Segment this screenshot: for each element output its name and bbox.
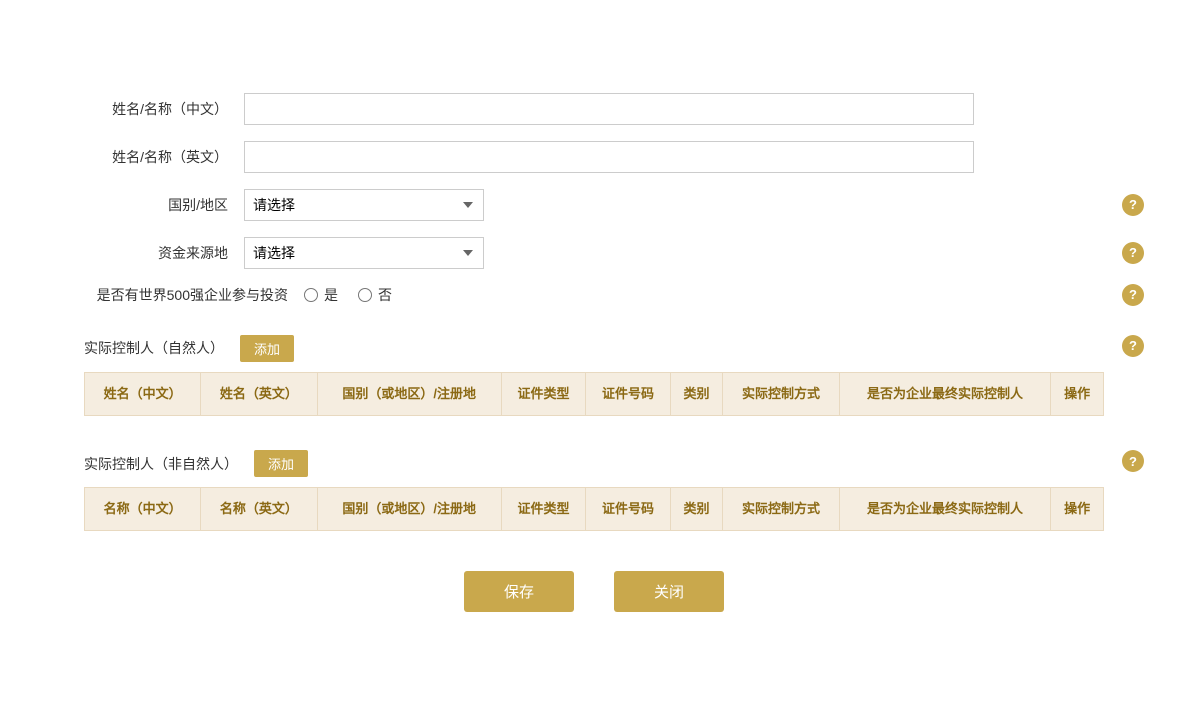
non-natural-person-col-cert-type: 证件类型 [501, 488, 585, 531]
name-en-row: 姓名/名称（英文） [84, 141, 1104, 173]
non-natural-person-section: 实际控制人（非自然人） 添加 ? 名称（中文） 名称（英文） 国别（或地区）/注… [84, 440, 1104, 531]
natural-person-col-control-method: 实际控制方式 [723, 372, 839, 415]
natural-person-col-action: 操作 [1051, 372, 1104, 415]
name-en-label: 姓名/名称（英文） [84, 147, 244, 167]
fortune500-no-label[interactable]: 否 [358, 285, 392, 305]
non-natural-person-table: 名称（中文） 名称（英文） 国别（或地区）/注册地 证件类型 证件号码 类别 实… [84, 487, 1104, 531]
fortune500-yes-text: 是 [324, 285, 338, 305]
country-help-icon[interactable]: ? [1122, 194, 1144, 216]
fortune500-yes-radio[interactable] [304, 288, 318, 302]
natural-person-title: 实际控制人（自然人） [84, 338, 224, 358]
fund-source-select[interactable]: 请选择 [244, 237, 484, 269]
name-cn-label: 姓名/名称（中文） [84, 99, 244, 119]
fortune500-yes-label[interactable]: 是 [304, 285, 338, 305]
save-button[interactable]: 保存 [464, 571, 574, 612]
country-row: 国别/地区 请选择 ? [84, 189, 1104, 221]
action-buttons: 保存 关闭 [84, 571, 1104, 612]
natural-person-table-header-row: 姓名（中文） 姓名（英文） 国别（或地区）/注册地 证件类型 证件号码 类别 实… [85, 372, 1104, 415]
close-button[interactable]: 关闭 [614, 571, 724, 612]
fund-source-help-icon[interactable]: ? [1122, 242, 1144, 264]
non-natural-person-col-name-cn: 名称（中文） [85, 488, 201, 531]
fund-source-row: 资金来源地 请选择 ? [84, 237, 1104, 269]
form-section: 姓名/名称（中文） 姓名/名称（英文） 国别/地区 请选择 ? 资金来源地 请选… [84, 93, 1104, 305]
non-natural-person-header: 实际控制人（非自然人） 添加 ? [84, 440, 1104, 487]
natural-person-header: 实际控制人（自然人） 添加 ? [84, 325, 1104, 372]
natural-person-col-name-cn: 姓名（中文） [85, 372, 201, 415]
name-cn-row: 姓名/名称（中文） [84, 93, 1104, 125]
name-en-input[interactable] [244, 141, 974, 173]
fortune500-no-text: 否 [378, 285, 392, 305]
non-natural-person-col-cert-no: 证件号码 [586, 488, 670, 531]
natural-person-add-button[interactable]: 添加 [240, 335, 294, 362]
natural-person-col-category: 类别 [670, 372, 723, 415]
non-natural-person-col-action: 操作 [1051, 488, 1104, 531]
natural-person-col-cert-type: 证件类型 [501, 372, 585, 415]
fortune500-radio-group: 是 否 [304, 285, 392, 305]
page-container: 姓名/名称（中文） 姓名/名称（英文） 国别/地区 请选择 ? 资金来源地 请选… [44, 63, 1144, 642]
non-natural-person-col-country: 国别（或地区）/注册地 [317, 488, 501, 531]
natural-person-col-is-final: 是否为企业最终实际控制人 [839, 372, 1051, 415]
fortune500-help-icon[interactable]: ? [1122, 284, 1144, 306]
natural-person-help-icon[interactable]: ? [1122, 335, 1144, 357]
name-cn-input[interactable] [244, 93, 974, 125]
fortune500-row: 是否有世界500强企业参与投资 是 否 ? [84, 285, 1104, 305]
non-natural-person-table-header-row: 名称（中文） 名称（英文） 国别（或地区）/注册地 证件类型 证件号码 类别 实… [85, 488, 1104, 531]
country-select[interactable]: 请选择 [244, 189, 484, 221]
non-natural-person-col-control-method: 实际控制方式 [723, 488, 839, 531]
non-natural-person-help-icon[interactable]: ? [1122, 450, 1144, 472]
non-natural-person-col-is-final: 是否为企业最终实际控制人 [839, 488, 1051, 531]
country-label: 国别/地区 [84, 195, 244, 215]
natural-person-col-country: 国别（或地区）/注册地 [317, 372, 501, 415]
non-natural-person-title: 实际控制人（非自然人） [84, 454, 238, 474]
non-natural-person-col-name-en: 名称（英文） [201, 488, 317, 531]
non-natural-person-col-category: 类别 [670, 488, 723, 531]
natural-person-section: 实际控制人（自然人） 添加 ? 姓名（中文） 姓名（英文） 国别（或地区）/注册… [84, 325, 1104, 416]
natural-person-table: 姓名（中文） 姓名（英文） 国别（或地区）/注册地 证件类型 证件号码 类别 实… [84, 372, 1104, 416]
fortune500-no-radio[interactable] [358, 288, 372, 302]
fund-source-label: 资金来源地 [84, 243, 244, 263]
non-natural-person-add-button[interactable]: 添加 [254, 450, 308, 477]
natural-person-col-name-en: 姓名（英文） [201, 372, 317, 415]
natural-person-col-cert-no: 证件号码 [586, 372, 670, 415]
fortune500-label: 是否有世界500强企业参与投资 [84, 285, 304, 305]
